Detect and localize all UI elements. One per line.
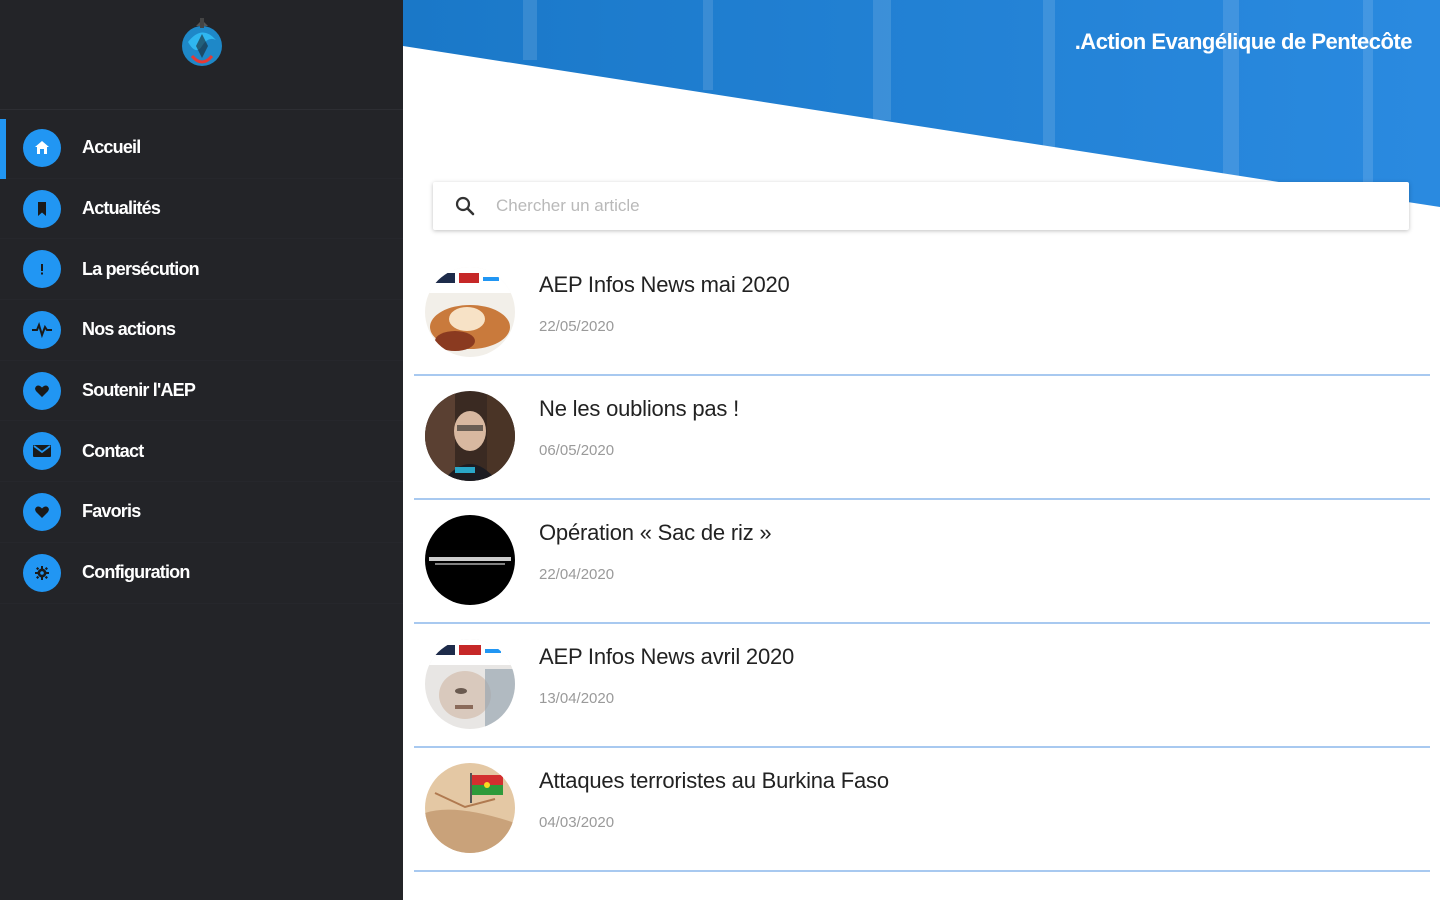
logo-area — [0, 0, 403, 110]
sidebar-item-favoris[interactable]: Favoris — [0, 482, 403, 543]
sidebar-item-actualites[interactable]: Actualités — [0, 179, 403, 240]
sidebar-item-label: La persécution — [82, 258, 200, 279]
sidebar-menu: Accueil Actualités La persécution Nos ac… — [0, 118, 403, 604]
article-date: 13/04/2020 — [539, 690, 615, 707]
sidebar-item-label: Accueil — [82, 137, 141, 158]
alert-icon — [23, 250, 61, 289]
sidebar-item-accueil[interactable]: Accueil — [0, 118, 403, 179]
heart-icon — [23, 492, 61, 531]
sidebar-item-nos-actions[interactable]: Nos actions — [0, 300, 403, 361]
list-item[interactable]: Attaques terroristes au Burkina Faso 04/… — [414, 748, 1430, 872]
sidebar-item-soutenir[interactable]: Soutenir l'AEP — [0, 361, 403, 422]
article-title: Opération « Sac de riz » — [539, 520, 772, 545]
gear-icon — [23, 553, 61, 592]
page-title: .Action Evangélique de Pentecôte — [1074, 29, 1413, 54]
list-item[interactable]: Ne les oublions pas ! 06/05/2020 — [414, 376, 1430, 500]
article-thumbnail — [425, 515, 515, 605]
article-date: 22/05/2020 — [539, 318, 615, 335]
article-title: AEP Infos News mai 2020 — [539, 272, 790, 297]
sidebar-item-label: Favoris — [82, 501, 141, 522]
pulse-icon — [23, 310, 61, 349]
sidebar-item-label: Soutenir l'AEP — [82, 380, 196, 401]
article-thumbnail — [425, 267, 515, 357]
article-title: Ne les oublions pas ! — [539, 396, 740, 421]
bookmark-icon — [23, 189, 61, 228]
sidebar-item-configuration[interactable]: Configuration — [0, 543, 403, 604]
sidebar-item-contact[interactable]: Contact — [0, 421, 403, 483]
sidebar-item-label: Actualités — [82, 198, 161, 219]
article-thumbnail — [425, 639, 515, 729]
article-date: 06/05/2020 — [539, 442, 615, 459]
mail-icon — [23, 432, 61, 471]
search-input[interactable] — [496, 196, 1356, 216]
article-date: 04/03/2020 — [539, 814, 615, 831]
home-icon — [23, 128, 61, 167]
article-date: 22/04/2020 — [539, 566, 615, 583]
article-title: Attaques terroristes au Burkina Faso — [539, 768, 889, 793]
heart-icon — [23, 371, 61, 410]
list-item[interactable]: AEP Infos News avril 2020 13/04/2020 — [414, 624, 1430, 748]
article-thumbnail — [425, 391, 515, 481]
logo[interactable] — [178, 16, 226, 74]
article-list: AEP Infos News mai 2020 22/05/2020 Ne le… — [414, 252, 1430, 872]
sidebar-item-persecution[interactable]: La persécution — [0, 239, 403, 301]
sidebar-item-label: Configuration — [82, 562, 190, 583]
list-item[interactable]: AEP Infos News mai 2020 22/05/2020 — [414, 252, 1430, 376]
search-icon[interactable] — [454, 195, 476, 217]
search-bar — [433, 182, 1409, 230]
sidebar: Accueil Actualités La persécution Nos ac… — [0, 0, 403, 900]
list-item[interactable]: Opération « Sac de riz » 22/04/2020 — [414, 500, 1430, 624]
sidebar-item-label: Contact — [82, 440, 144, 461]
article-thumbnail — [425, 763, 515, 853]
sidebar-item-label: Nos actions — [82, 319, 176, 340]
article-title: AEP Infos News avril 2020 — [539, 644, 795, 669]
